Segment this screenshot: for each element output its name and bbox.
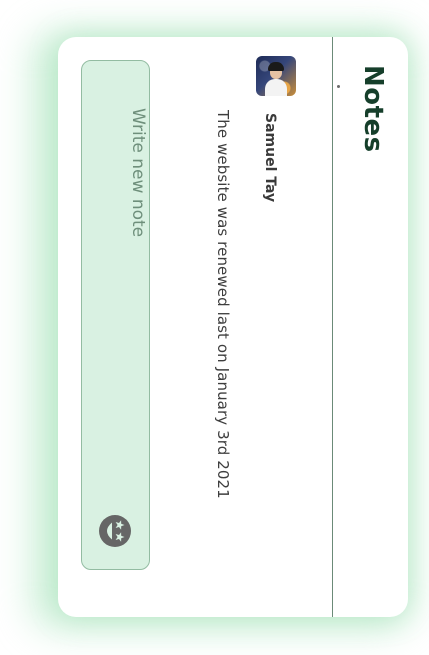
avatar-body [265,79,287,96]
new-note-placeholder: Write new note [128,108,148,238]
star-struck-emoji-icon[interactable] [98,514,132,548]
notes-card: Notes Samuel Tay The website was renewed… [58,37,408,617]
page-title: Notes [358,65,388,153]
note-author: Samuel Tay [262,113,278,203]
note-text: The website was renewed last on January … [214,110,232,499]
header-divider [332,37,333,617]
title-dot [337,85,340,88]
avatar-hair [268,62,284,71]
avatar[interactable] [256,56,296,96]
new-note-input[interactable]: Write new note [81,60,150,570]
